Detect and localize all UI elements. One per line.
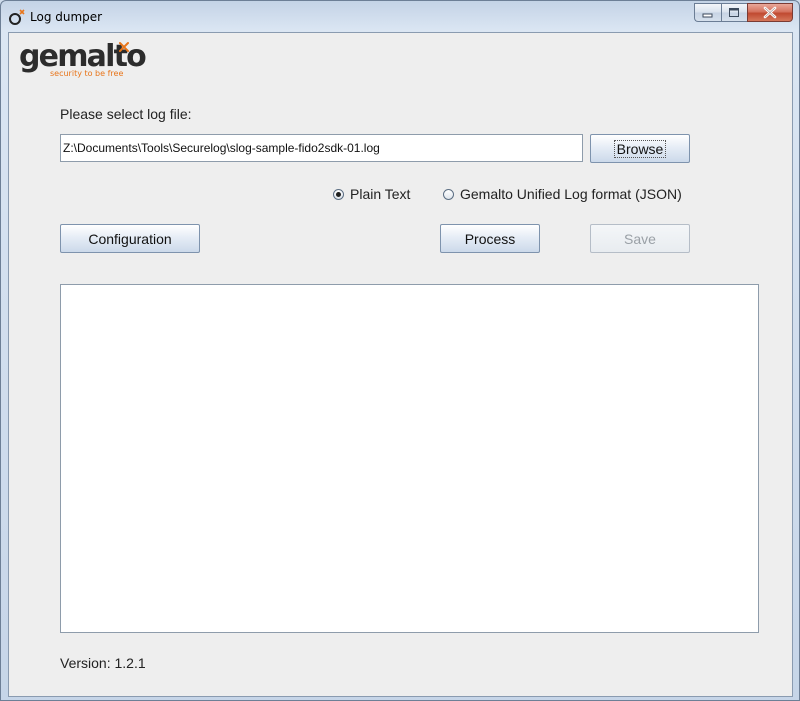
save-button-disabled[interactable]: Save: [590, 224, 690, 253]
version-label: Version: 1.2.1: [60, 655, 146, 671]
minimize-button[interactable]: [694, 3, 721, 22]
radio-checked-icon: [333, 188, 344, 200]
radio-plain-text-label: Plain Text: [350, 186, 411, 202]
select-log-file-label: Please select log file:: [60, 106, 192, 122]
minimize-icon: [702, 13, 713, 18]
radio-unchecked-icon: [443, 188, 454, 200]
process-button[interactable]: Process: [440, 224, 540, 253]
close-icon: [763, 6, 777, 19]
log-file-path-input[interactable]: [60, 134, 583, 162]
main-panel: gemalto security to be free Please selec…: [8, 32, 793, 697]
radio-json-format-label: Gemalto Unified Log format (JSON): [460, 186, 682, 202]
log-dumper-window: Log dumper gemalto security to be free P…: [0, 0, 800, 701]
app-icon: [9, 9, 25, 25]
maximize-icon: [729, 8, 739, 17]
gemalto-logo: gemalto security to be free: [19, 39, 147, 79]
radio-plain-text[interactable]: Plain Text: [333, 186, 410, 202]
maximize-button[interactable]: [721, 3, 747, 22]
title-bar[interactable]: Log dumper: [1, 1, 799, 32]
window-title: Log dumper: [30, 10, 103, 24]
logo-star-icon: [119, 42, 129, 52]
window-controls: [694, 3, 793, 23]
log-output-area[interactable]: [60, 284, 759, 633]
radio-json-format[interactable]: Gemalto Unified Log format (JSON): [443, 186, 682, 202]
browse-button-label: Browse: [613, 139, 667, 158]
logo-tagline: security to be free: [50, 69, 124, 78]
close-button[interactable]: [747, 3, 793, 22]
configuration-button[interactable]: Configuration: [60, 224, 200, 253]
browse-button[interactable]: Browse: [590, 134, 690, 163]
